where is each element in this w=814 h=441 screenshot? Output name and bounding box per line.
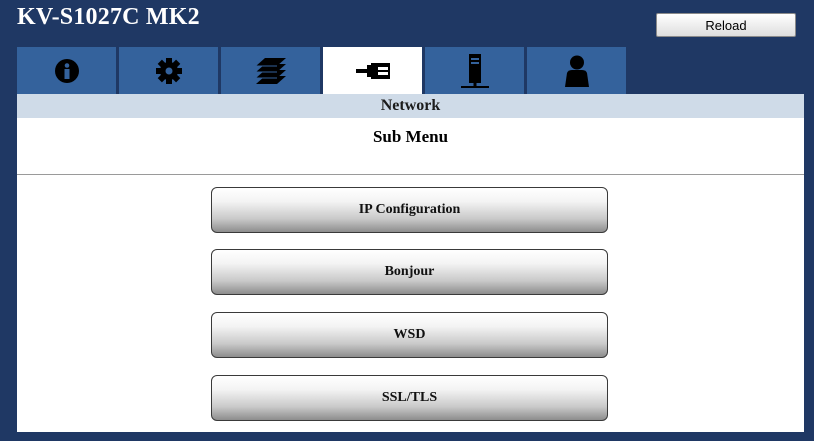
section-title: Network	[17, 94, 804, 118]
app-title: KV-S1027C MK2	[17, 4, 200, 30]
tab-bar	[17, 47, 814, 94]
gear-icon	[155, 57, 182, 84]
tab-device[interactable]	[425, 47, 524, 94]
tab-documents[interactable]	[221, 47, 320, 94]
server-tower-icon	[460, 53, 489, 88]
ssl-tls-button[interactable]: SSL/TLS	[211, 375, 608, 421]
network-plug-icon	[355, 62, 390, 79]
divider	[17, 174, 804, 175]
tab-settings[interactable]	[119, 47, 218, 94]
user-icon	[564, 55, 589, 87]
tab-info[interactable]	[17, 47, 116, 94]
info-icon	[54, 58, 79, 83]
bonjour-button[interactable]: Bonjour	[211, 249, 608, 295]
ip-configuration-button[interactable]: IP Configuration	[211, 187, 608, 233]
tab-user[interactable]	[527, 47, 626, 94]
app-frame: KV-S1027C MK2 Reload Network Sub Menu IP…	[0, 0, 814, 441]
reload-button[interactable]: Reload	[656, 13, 796, 37]
tab-network[interactable]	[323, 47, 422, 94]
paper-stack-icon	[255, 57, 286, 84]
submenu-title: Sub Menu	[372, 127, 449, 146]
content-panel: Network Sub Menu IP Configuration Bonjou…	[17, 94, 804, 432]
wsd-button[interactable]: WSD	[211, 312, 608, 358]
